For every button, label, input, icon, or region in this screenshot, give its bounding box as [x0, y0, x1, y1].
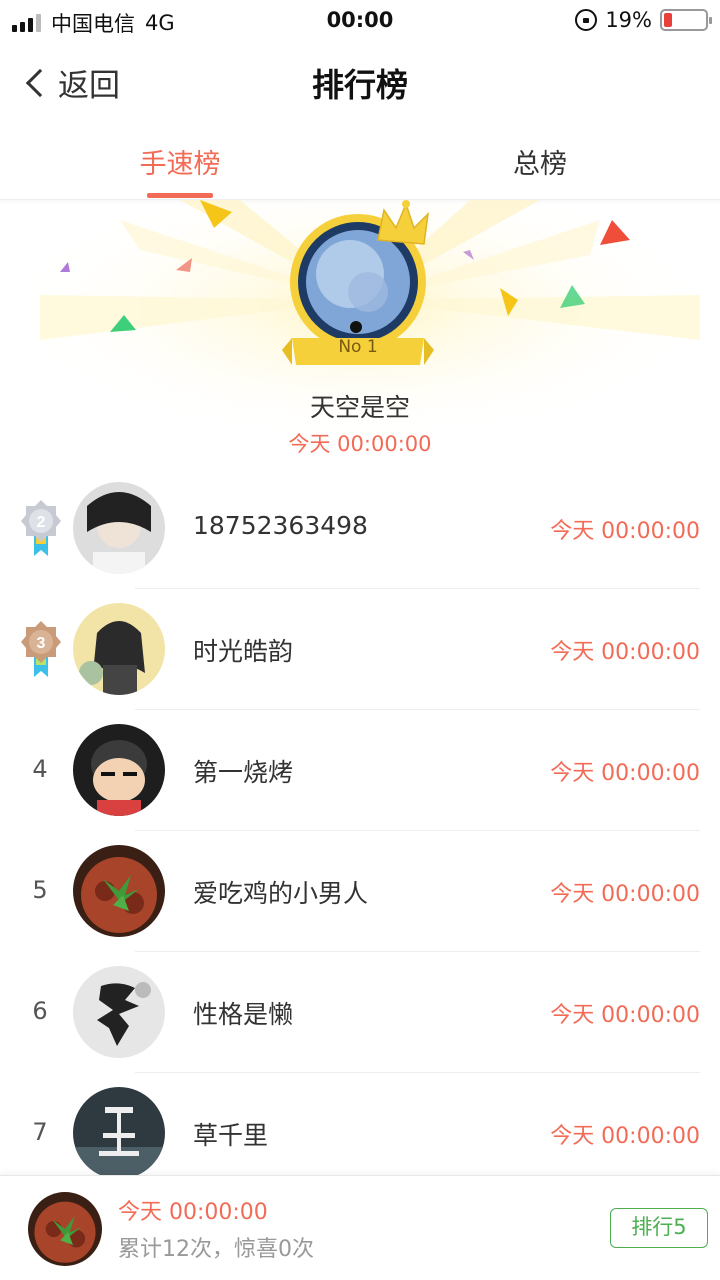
player-time: 今天 00:00:00 [550, 1003, 700, 1028]
player-time: 今天 00:00:00 [550, 882, 700, 907]
list-item[interactable]: 4 第一烧烤 今天 00:00:00 [0, 710, 720, 831]
my-avatar[interactable] [28, 1192, 102, 1266]
my-stats: 累计12次，惊喜0次 [118, 1237, 314, 1262]
svg-text:2: 2 [37, 514, 46, 531]
bronze-medal-icon: 3 [21, 621, 61, 677]
list-item[interactable]: 2 18752363498 今天 00:00:00 [0, 468, 720, 589]
player-name: 18752363498 [193, 511, 368, 540]
battery-percent: 19% [605, 8, 652, 32]
avatar[interactable] [73, 966, 165, 1058]
status-right: 19% [575, 8, 712, 32]
player-name: 性格是懒 [193, 1000, 294, 1029]
list-item[interactable]: 6 性格是懒 今天 00:00:00 [0, 952, 720, 1073]
battery-icon [660, 9, 712, 31]
tab-bar: 手速榜 总榜 [0, 122, 720, 200]
list-item[interactable]: 5 爱吃鸡的小男人 今天 00:00:00 [0, 831, 720, 952]
avatar[interactable] [73, 482, 165, 574]
nav-bar: 返回 排行榜 [0, 40, 720, 122]
ranking-list: 2 18752363498 今天 00:00:00 3 时光皓韵 今天 00:0… [0, 468, 720, 1194]
rank-number: 5 [32, 876, 48, 904]
champion-section: No 1 天空是空 今天 00:00:00 [0, 200, 720, 470]
avatar[interactable] [73, 1087, 165, 1179]
avatar[interactable] [73, 845, 165, 937]
player-time: 今天 00:00:00 [550, 1124, 700, 1149]
champion-name[interactable]: 天空是空 [0, 388, 720, 424]
my-ranking-bar: 今天 00:00:00 累计12次，惊喜0次 排行5 [0, 1175, 720, 1280]
rank-number: 4 [32, 755, 48, 783]
my-time: 今天 00:00:00 [118, 1200, 268, 1225]
tab-speed-ranking[interactable]: 手速榜 [90, 142, 270, 181]
silver-medal-icon: 2 [21, 500, 61, 556]
rank-number: 7 [32, 1118, 48, 1146]
player-name: 第一烧烤 [193, 758, 294, 787]
tab-total-ranking[interactable]: 总榜 [450, 142, 630, 181]
player-name: 爱吃鸡的小男人 [193, 879, 369, 908]
rank-number: 6 [32, 997, 48, 1025]
player-time: 今天 00:00:00 [550, 640, 700, 665]
player-name: 草千里 [193, 1121, 269, 1150]
avatar[interactable] [73, 724, 165, 816]
rotation-lock-icon [575, 9, 598, 31]
player-name: 时光皓韵 [193, 637, 294, 666]
player-time: 今天 00:00:00 [550, 761, 700, 786]
status-bar: 中国电信 4G 00:00 19% [0, 0, 720, 40]
svg-text:3: 3 [37, 635, 46, 652]
page-title: 排行榜 [311, 66, 408, 104]
player-time: 今天 00:00:00 [550, 519, 700, 544]
active-tab-indicator [147, 193, 213, 198]
my-rank-button[interactable]: 排行5 [610, 1208, 708, 1248]
champion-time: 今天 00:00:00 [288, 432, 432, 456]
champion-badge: No 1 [338, 337, 378, 357]
list-item[interactable]: 3 时光皓韵 今天 00:00:00 [0, 589, 720, 710]
avatar[interactable] [73, 603, 165, 695]
